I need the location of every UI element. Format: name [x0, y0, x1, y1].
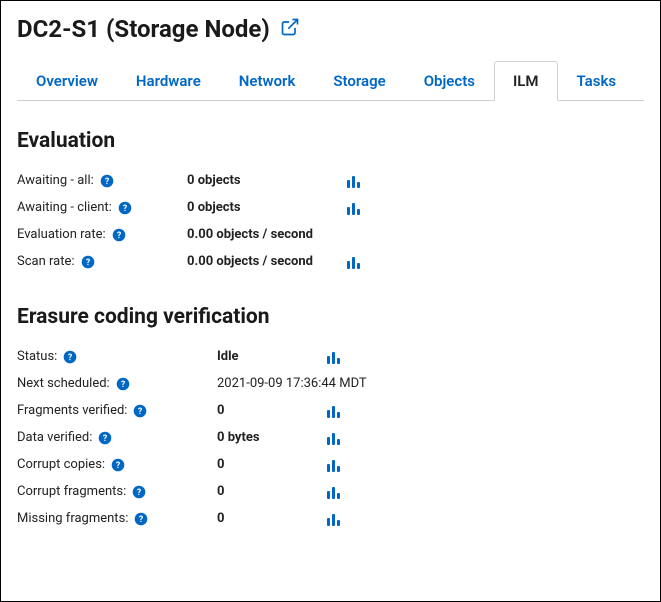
- metric-label: Fragments verified:: [17, 403, 127, 418]
- help-icon[interactable]: ?: [118, 201, 132, 215]
- metric-value: 0: [217, 511, 224, 526]
- svg-text:?: ?: [121, 380, 126, 390]
- metric-row: Corrupt copies:? 0: [17, 451, 644, 478]
- evaluation-section: Evaluation Awaiting - all:?0 objectsAwai…: [17, 129, 644, 275]
- help-icon[interactable]: ?: [98, 431, 112, 445]
- open-external-icon[interactable]: [280, 17, 300, 41]
- metric-value: Idle: [217, 349, 239, 364]
- metric-value: 0 bytes: [217, 430, 260, 445]
- help-icon[interactable]: ?: [134, 512, 148, 526]
- svg-text:?: ?: [85, 258, 90, 268]
- tab-network[interactable]: Network: [220, 61, 315, 101]
- metric-row: Scan rate:? 0.00 objects / second: [17, 248, 644, 275]
- metric-label: Evaluation rate:: [17, 227, 106, 242]
- help-icon[interactable]: ?: [81, 255, 95, 269]
- chart-icon[interactable]: [327, 404, 340, 418]
- help-icon[interactable]: ?: [111, 458, 125, 472]
- chart-icon[interactable]: [347, 201, 360, 215]
- metric-label: Corrupt copies:: [17, 457, 105, 472]
- metric-value: 0: [217, 484, 224, 499]
- help-icon[interactable]: ?: [116, 377, 130, 391]
- metric-row: Corrupt fragments:? 0: [17, 478, 644, 505]
- metric-label: Data verified:: [17, 430, 92, 445]
- chart-icon[interactable]: [327, 458, 340, 472]
- ecv-section: Erasure coding verification Status:? Idle…: [17, 305, 644, 532]
- tab-storage[interactable]: Storage: [314, 61, 404, 101]
- metric-value: 0.00 objects / second: [187, 254, 313, 269]
- metric-row: Data verified:? 0 bytes: [17, 424, 644, 451]
- tab-overview[interactable]: Overview: [17, 61, 117, 101]
- svg-text:?: ?: [139, 515, 144, 525]
- svg-text:?: ?: [105, 177, 110, 187]
- help-icon[interactable]: ?: [63, 350, 77, 364]
- svg-text:?: ?: [103, 434, 108, 444]
- metric-row: Status:? Idle: [17, 343, 644, 370]
- tab-tasks[interactable]: Tasks: [558, 61, 636, 101]
- tab-hardware[interactable]: Hardware: [117, 61, 220, 101]
- metric-label: Status:: [17, 349, 57, 364]
- metric-value: 0.00 objects / second: [187, 227, 313, 242]
- svg-text:?: ?: [116, 231, 121, 241]
- metric-row: Next scheduled:? 2021-09-09 17:36:44 MDT: [17, 370, 644, 397]
- metric-label: Awaiting - client:: [17, 200, 112, 215]
- tabs-bar: OverviewHardwareNetworkStorageObjectsILM…: [17, 61, 644, 101]
- metric-row: Evaluation rate:? 0.00 objects / second: [17, 221, 644, 248]
- page-title: DC2-S1 (Storage Node): [17, 15, 270, 43]
- svg-text:?: ?: [123, 204, 128, 214]
- svg-text:?: ?: [137, 488, 142, 498]
- evaluation-heading: Evaluation: [17, 129, 644, 153]
- metric-row: Awaiting - all:? 0 objects: [17, 167, 644, 194]
- tab-objects[interactable]: Objects: [405, 61, 494, 101]
- metric-label: Missing fragments:: [17, 511, 128, 526]
- tab-ilm[interactable]: ILM: [494, 61, 558, 101]
- chart-icon[interactable]: [347, 174, 360, 188]
- metric-row: Awaiting - client:? 0 objects: [17, 194, 644, 221]
- metric-value: 0: [217, 457, 224, 472]
- chart-icon[interactable]: [327, 485, 340, 499]
- chart-icon[interactable]: [327, 512, 340, 526]
- chart-icon[interactable]: [327, 431, 340, 445]
- chart-icon[interactable]: [347, 255, 360, 269]
- metric-label: Awaiting - all:: [17, 173, 94, 188]
- chart-icon[interactable]: [327, 350, 340, 364]
- metric-value: 0 objects: [187, 173, 241, 188]
- metric-value: 2021-09-09 17:36:44 MDT: [217, 376, 367, 391]
- svg-text:?: ?: [116, 461, 121, 471]
- help-icon[interactable]: ?: [100, 174, 114, 188]
- metric-value: 0: [217, 403, 224, 418]
- help-icon[interactable]: ?: [132, 485, 146, 499]
- help-icon[interactable]: ?: [112, 228, 126, 242]
- metric-label: Scan rate:: [17, 254, 75, 269]
- metric-label: Next scheduled:: [17, 376, 110, 391]
- metric-value: 0 objects: [187, 200, 241, 215]
- svg-text:?: ?: [68, 353, 73, 363]
- svg-text:?: ?: [138, 407, 143, 417]
- help-icon[interactable]: ?: [133, 404, 147, 418]
- metric-row: Fragments verified:? 0: [17, 397, 644, 424]
- ecv-heading: Erasure coding verification: [17, 305, 644, 329]
- metric-label: Corrupt fragments:: [17, 484, 126, 499]
- metric-row: Missing fragments:? 0: [17, 505, 644, 532]
